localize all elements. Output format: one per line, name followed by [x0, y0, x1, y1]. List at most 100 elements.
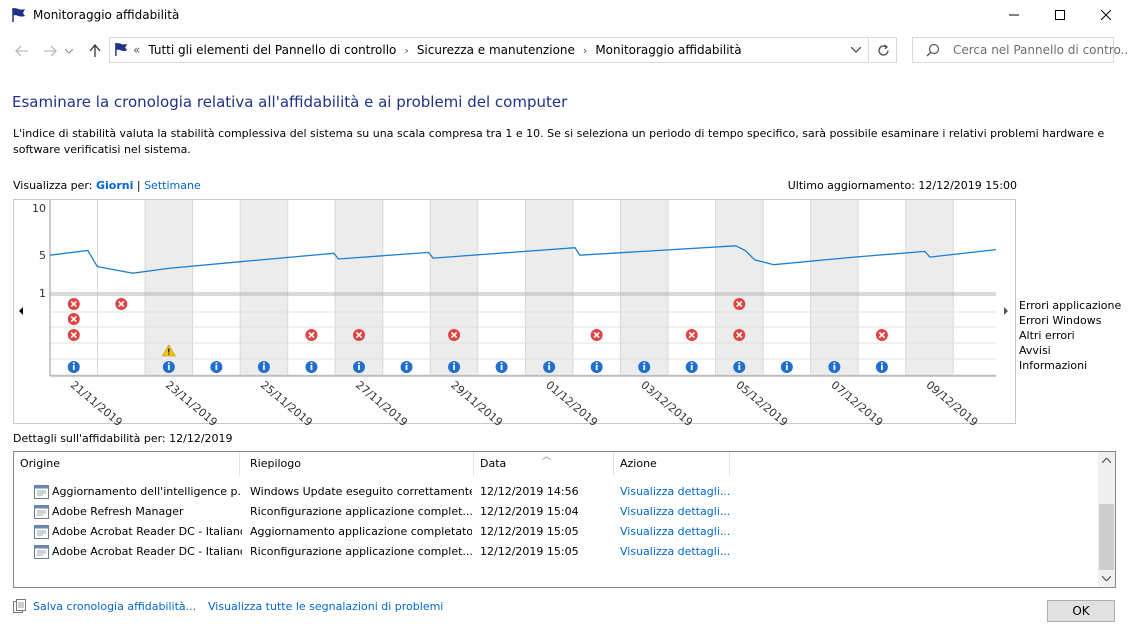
info-icon — [162, 361, 175, 373]
column-header-origin[interactable]: Origine — [14, 452, 240, 476]
table-row[interactable]: Adobe Refresh Manager Riconfigurazione ap… — [14, 502, 1099, 522]
weekend-column — [240, 200, 288, 376]
vertical-scrollbar[interactable] — [1098, 452, 1115, 587]
table-row[interactable]: Adobe Acrobat Reader DC - Italiano Riconf… — [14, 542, 1099, 562]
info-icon — [733, 361, 746, 373]
chevron-right-icon[interactable]: › — [583, 44, 587, 57]
weekend-column — [525, 200, 573, 376]
page-description: L'indice di stabilità valuta la stabilit… — [13, 127, 1105, 156]
info-icon — [210, 361, 223, 373]
breadcrumb-item-reliability-monitor[interactable]: Monitoraggio affidabilità — [595, 43, 741, 57]
table-header: Origine Riepilogo Data Azione ︿ — [14, 452, 1099, 476]
info-icon — [400, 361, 413, 373]
page-title: Esaminare la cronologia relativa all'aff… — [12, 93, 568, 111]
weekend-column — [810, 200, 859, 376]
search-icon — [926, 43, 940, 57]
title-bar: Monitoraggio affidabilità — [0, 0, 1129, 31]
error-icon — [305, 329, 318, 341]
refresh-icon — [877, 44, 889, 56]
row-origin: Adobe Acrobat Reader DC - Italiano — [52, 525, 242, 538]
info-icon — [828, 361, 841, 373]
up-button[interactable] — [86, 42, 104, 60]
column-header-summary[interactable]: Riepilogo — [244, 452, 474, 476]
view-separator: | — [136, 179, 141, 192]
scrollbar-thumb[interactable] — [1099, 504, 1114, 570]
row-origin: Adobe Refresh Manager — [52, 505, 184, 518]
forward-button[interactable] — [41, 42, 59, 60]
column-header-action[interactable]: Azione — [614, 452, 730, 476]
weekend-column — [620, 200, 668, 376]
weekend-column — [715, 200, 764, 376]
window-title: Monitoraggio affidabilità — [33, 8, 180, 22]
back-button[interactable] — [13, 42, 31, 60]
breadcrumb-item-control-panel[interactable]: Tutti gli elementi del Pannello di contr… — [148, 43, 396, 57]
address-dropdown-button[interactable] — [846, 39, 866, 61]
flag-icon — [115, 42, 128, 57]
sort-ascending-icon: ︿ — [542, 452, 552, 462]
scroll-down-icon[interactable] — [1102, 576, 1111, 581]
info-icon — [448, 361, 461, 373]
address-bar[interactable]: « Tutti gli elementi del Pannello di con… — [109, 37, 869, 63]
error-icon — [685, 329, 698, 341]
scroll-up-icon[interactable] — [1102, 458, 1111, 463]
chevron-down-icon — [851, 47, 861, 53]
save-document-icon — [13, 599, 26, 613]
app-window-icon — [34, 525, 49, 539]
close-button[interactable] — [1083, 0, 1129, 30]
error-icon — [875, 329, 888, 341]
view-by-selector: Visualizza per: Giorni | Settimane — [13, 179, 201, 192]
info-icon — [590, 361, 603, 373]
table-row[interactable]: Adobe Acrobat Reader DC - Italiano Aggior… — [14, 522, 1099, 542]
details-title: Dettagli sull'affidabilità per: 12/12/20… — [13, 432, 233, 445]
row-origin: Aggiornamento dell'intelligence p... — [52, 485, 242, 498]
app-window-icon — [34, 485, 49, 499]
view-all-reports-link[interactable]: Visualizza tutte le segnalazioni di prob… — [208, 600, 443, 613]
breadcrumb-overflow-icon[interactable]: « — [133, 43, 140, 57]
details-table[interactable]: Origine Riepilogo Data Azione ︿ Aggiorna… — [13, 451, 1116, 588]
save-history-link[interactable]: Salva cronologia affidabilità... — [33, 600, 196, 613]
reliability-chart[interactable]: 10 5 1 21/11/2019 23/11/2019 25/11/2019 27/11/… — [0, 198, 1129, 426]
refresh-button[interactable] — [870, 37, 897, 63]
chevron-right-icon[interactable]: › — [404, 44, 408, 57]
info-icon — [685, 361, 698, 373]
info-icon — [875, 361, 888, 373]
info-icon — [352, 361, 365, 373]
reliability-chart-svg[interactable]: 105121/11/2019 23/11/2019 25/11/2019 27/11/… — [0, 198, 1129, 426]
view-details-link[interactable]: Visualizza dettagli... — [620, 545, 730, 558]
row-summary: Riconfigurazione applicazione complet... — [250, 545, 472, 558]
view-details-link[interactable]: Visualizza dettagli... — [620, 505, 730, 518]
info-icon — [67, 361, 80, 373]
view-details-link[interactable]: Visualizza dettagli... — [620, 525, 730, 538]
info-icon — [495, 361, 508, 373]
error-icon — [67, 329, 80, 341]
chevron-down-icon — [65, 48, 73, 54]
event-row-labels: Errori applicazione Errori Windows Altri… — [1019, 298, 1121, 373]
search-input[interactable]: Cerca nel Pannello di contro... — [912, 37, 1129, 63]
table-row[interactable]: Aggiornamento dell'intelligence p... Wind… — [14, 482, 1099, 502]
view-details-link[interactable]: Visualizza dettagli... — [620, 485, 730, 498]
view-days-link[interactable]: Giorni — [96, 179, 133, 192]
error-icon — [115, 298, 128, 310]
row-summary: Windows Update eseguito correttamente — [250, 485, 472, 498]
recent-locations-button[interactable] — [64, 42, 74, 60]
y-tick-label: 10 — [32, 202, 46, 215]
row-origin: Adobe Acrobat Reader DC - Italiano — [52, 545, 242, 558]
view-weeks-link[interactable]: Settimane — [144, 179, 201, 192]
arrow-left-icon — [15, 45, 28, 57]
error-icon — [352, 329, 365, 341]
maximize-button[interactable] — [1037, 0, 1083, 30]
error-icon — [67, 313, 80, 325]
error-icon — [733, 298, 746, 310]
row-date: 12/12/2019 15:05 — [480, 545, 579, 558]
row-label-windows-errors: Errori Windows — [1019, 314, 1102, 327]
info-icon — [780, 361, 793, 373]
breadcrumb: « Tutti gli elementi del Pannello di con… — [133, 43, 742, 57]
row-label-other-errors: Altri errori — [1019, 329, 1075, 342]
ok-button[interactable]: OK — [1047, 600, 1115, 622]
error-icon — [67, 298, 80, 310]
weekend-column — [335, 200, 383, 376]
y-tick-label: 1 — [39, 287, 46, 300]
breadcrumb-item-security-maintenance[interactable]: Sicurezza e manutenzione — [417, 43, 575, 57]
row-date: 12/12/2019 14:56 — [480, 485, 579, 498]
minimize-button[interactable] — [991, 0, 1037, 30]
